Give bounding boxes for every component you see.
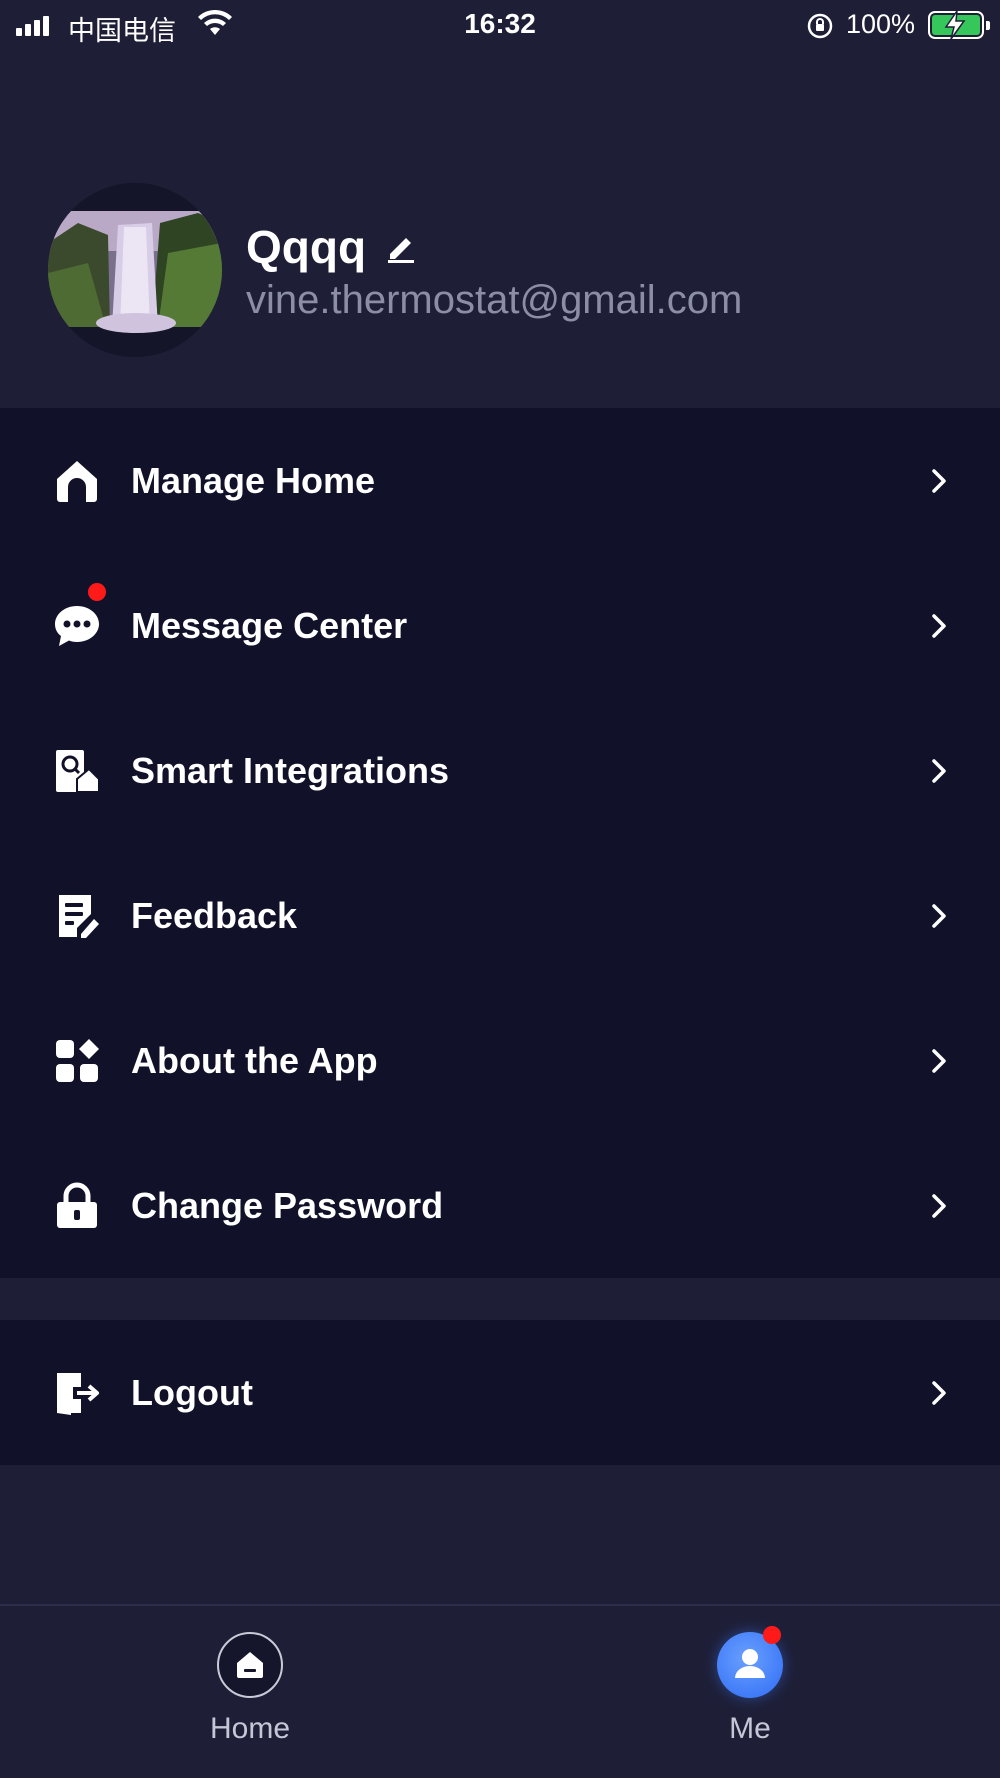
profile-header: Qqqq vine.thermostat@gmail.com bbox=[0, 52, 1000, 408]
chevron-right-icon bbox=[932, 758, 946, 783]
username: Qqqq bbox=[246, 221, 367, 273]
home-icon bbox=[57, 460, 97, 502]
menu-item-about-the-app[interactable]: About the App bbox=[0, 988, 1000, 1133]
apps-grid-icon bbox=[56, 1038, 99, 1082]
menu-item-message-center[interactable]: Message Center bbox=[0, 553, 1000, 698]
tab-home[interactable]: Home bbox=[170, 1632, 330, 1746]
tab-me[interactable]: Me bbox=[670, 1626, 830, 1746]
menu-item-logout[interactable]: Logout bbox=[0, 1320, 1000, 1465]
menu-item-label: Message Center bbox=[131, 604, 408, 646]
chevron-right-icon bbox=[932, 613, 946, 638]
chevron-right-icon bbox=[932, 468, 946, 493]
notification-badge bbox=[763, 1626, 781, 1644]
settings-menu: Manage Home Message Center Smart Integra… bbox=[0, 408, 1000, 1278]
menu-item-feedback[interactable]: Feedback bbox=[0, 843, 1000, 988]
notification-badge bbox=[88, 583, 106, 601]
chevron-right-icon bbox=[932, 1380, 946, 1405]
menu-item-label: Manage Home bbox=[131, 459, 376, 501]
tab-label: Me bbox=[729, 1712, 771, 1745]
menu-item-smart-integrations[interactable]: Smart Integrations bbox=[0, 698, 1000, 843]
orientation-lock-icon bbox=[807, 13, 833, 39]
edit-pencil-icon[interactable] bbox=[384, 230, 418, 264]
chevron-right-icon bbox=[932, 1048, 946, 1073]
lock-icon bbox=[57, 1182, 97, 1228]
chevron-right-icon bbox=[932, 903, 946, 928]
tab-label: Home bbox=[209, 1712, 291, 1745]
logout-section: Logout bbox=[0, 1320, 1000, 1465]
menu-item-label: About the App bbox=[131, 1039, 378, 1081]
person-icon bbox=[717, 1626, 783, 1698]
menu-item-label: Smart Integrations bbox=[131, 749, 450, 791]
avatar[interactable] bbox=[48, 183, 222, 357]
menu-item-label: Logout bbox=[131, 1371, 253, 1413]
status-bar: 中国电信 16:32 100% bbox=[0, 0, 1000, 52]
smart-integration-icon bbox=[56, 749, 100, 793]
home-tab-icon bbox=[217, 1632, 283, 1698]
menu-item-change-password[interactable]: Change Password bbox=[0, 1133, 1000, 1278]
menu-item-manage-home[interactable]: Manage Home bbox=[0, 408, 1000, 553]
logout-icon bbox=[57, 1372, 99, 1415]
menu-item-label: Feedback bbox=[131, 894, 298, 936]
feedback-icon bbox=[59, 894, 99, 938]
me-screen: 中国电信 16:32 100% Qqqq vine.thermostat@gma… bbox=[0, 0, 1000, 1778]
battery-percentage: 100% bbox=[846, 9, 916, 39]
chevron-right-icon bbox=[932, 1193, 946, 1218]
menu-item-label: Change Password bbox=[131, 1184, 444, 1226]
chat-bubble-icon bbox=[55, 605, 99, 646]
bottom-tab-bar: Home Me bbox=[0, 1604, 1000, 1778]
battery-icon bbox=[928, 10, 990, 40]
user-email: vine.thermostat@gmail.com bbox=[246, 278, 743, 322]
